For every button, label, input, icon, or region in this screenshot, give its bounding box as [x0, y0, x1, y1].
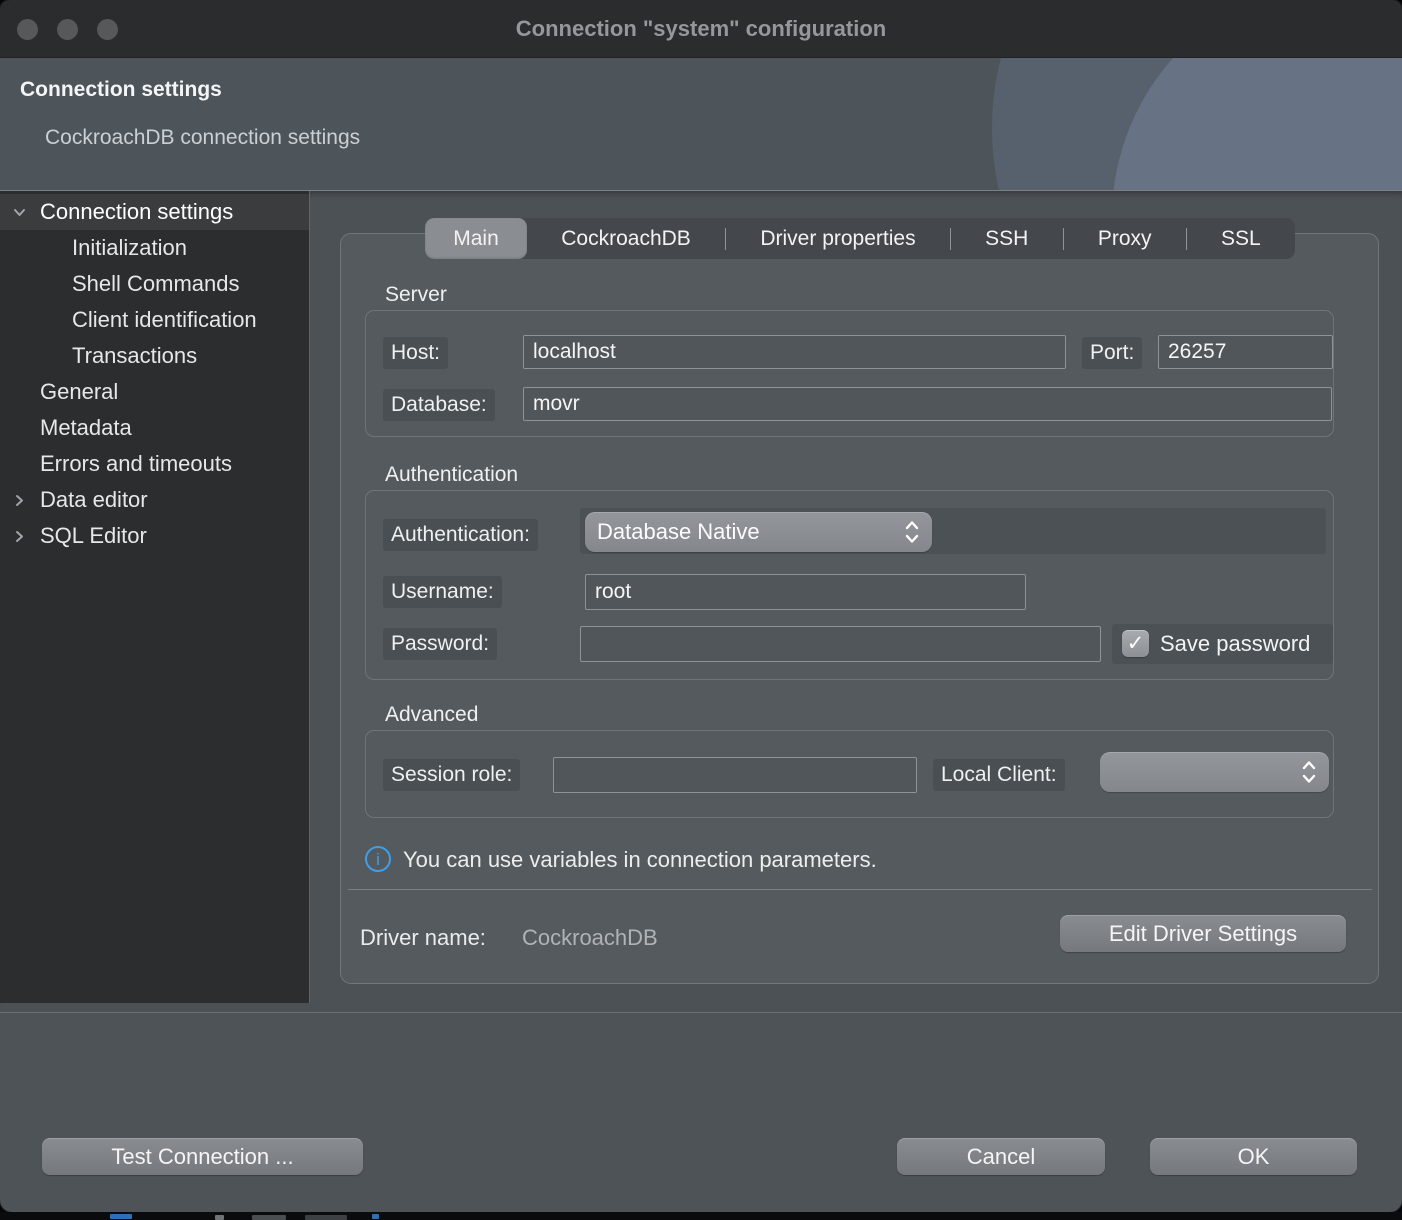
tab-ssl[interactable]: SSL	[1187, 218, 1295, 259]
tab-bar: Main CockroachDB Driver properties SSH P…	[425, 218, 1295, 259]
screen: Connection "system" configuration Connec…	[0, 0, 1402, 1220]
port-input[interactable]	[1158, 335, 1333, 369]
sidebar-item-label: Initialization	[72, 230, 187, 266]
sidebar-item-label: SQL Editor	[40, 518, 147, 554]
authentication-dropdown-value: Database Native	[597, 519, 904, 545]
sidebar-item-label: Shell Commands	[72, 266, 240, 302]
info-text: You can use variables in connection para…	[403, 847, 877, 873]
window-title: Connection "system" configuration	[0, 0, 1402, 58]
connection-config-dialog: Connection "system" configuration Connec…	[0, 0, 1402, 1212]
edit-driver-settings-button[interactable]: Edit Driver Settings	[1060, 915, 1346, 952]
authentication-section-label: Authentication	[385, 463, 518, 487]
desktop-artifact	[372, 1214, 379, 1219]
authentication-dropdown[interactable]: Database Native	[585, 512, 932, 552]
desktop-artifact	[215, 1215, 224, 1220]
stepper-icon	[1301, 759, 1317, 785]
sidebar-item-general[interactable]: General	[0, 374, 309, 410]
tab-ssh[interactable]: SSH	[951, 218, 1063, 259]
title-bar: Connection "system" configuration	[0, 0, 1402, 58]
sidebar-item-transactions[interactable]: Transactions	[0, 338, 309, 374]
desktop-background	[0, 1212, 1402, 1220]
save-password-label: Save password	[1160, 624, 1310, 663]
stepper-icon	[904, 519, 920, 545]
sidebar-item-label: Data editor	[40, 482, 148, 518]
tab-driver-properties[interactable]: Driver properties	[726, 218, 950, 259]
desktop-artifact	[305, 1215, 347, 1220]
host-label: Host:	[383, 337, 448, 369]
header-decoration-arc	[1112, 58, 1402, 191]
desktop-artifact	[252, 1215, 286, 1220]
database-input[interactable]	[523, 387, 1332, 421]
ok-button[interactable]: OK	[1150, 1138, 1357, 1175]
test-connection-button[interactable]: Test Connection ...	[42, 1138, 363, 1175]
authentication-label: Authentication:	[383, 519, 538, 551]
sidebar-item-sql-editor[interactable]: SQL Editor	[0, 518, 309, 554]
dialog-content: Connection settings Initialization Shell…	[0, 191, 1402, 1012]
sidebar-item-label: Connection settings	[40, 194, 233, 230]
username-label: Username:	[383, 576, 502, 608]
sidebar-item-label: Errors and timeouts	[40, 446, 232, 482]
advanced-section-label: Advanced	[385, 703, 478, 727]
sidebar-item-metadata[interactable]: Metadata	[0, 410, 309, 446]
sidebar-item-label: Client identification	[72, 302, 257, 338]
server-section-label: Server	[385, 283, 447, 307]
dialog-footer: Test Connection ... Cancel OK	[0, 1013, 1402, 1212]
local-client-dropdown[interactable]	[1100, 752, 1329, 792]
chevron-down-icon	[12, 205, 27, 220]
divider	[348, 889, 1372, 890]
chevron-right-icon	[12, 493, 27, 508]
info-icon: i	[365, 846, 391, 872]
sidebar-item-errors-and-timeouts[interactable]: Errors and timeouts	[0, 446, 309, 482]
session-role-label: Session role:	[383, 759, 520, 791]
password-input[interactable]	[580, 626, 1101, 662]
sidebar-item-connection-settings[interactable]: Connection settings	[0, 194, 309, 230]
session-role-input[interactable]	[553, 757, 917, 793]
sidebar-item-data-editor[interactable]: Data editor	[0, 482, 309, 518]
local-client-label: Local Client:	[933, 759, 1065, 791]
desktop-artifact	[110, 1214, 132, 1219]
host-input[interactable]	[523, 335, 1066, 369]
sidebar-item-label: General	[40, 374, 118, 410]
cancel-button[interactable]: Cancel	[897, 1138, 1105, 1175]
dialog-header: Connection settings CockroachDB connecti…	[0, 58, 1402, 191]
password-label: Password:	[383, 628, 497, 660]
sidebar-item-initialization[interactable]: Initialization	[0, 230, 309, 266]
sidebar-item-shell-commands[interactable]: Shell Commands	[0, 266, 309, 302]
driver-name-value: CockroachDB	[522, 925, 658, 951]
page-subtitle: CockroachDB connection settings	[45, 126, 360, 150]
sidebar-item-label: Metadata	[40, 410, 132, 446]
tab-main[interactable]: Main	[425, 218, 527, 259]
sidebar-item-client-identification[interactable]: Client identification	[0, 302, 309, 338]
driver-name-label: Driver name:	[360, 925, 486, 951]
port-label: Port:	[1082, 337, 1142, 369]
sidebar-item-label: Transactions	[72, 338, 197, 374]
page-title: Connection settings	[20, 78, 222, 102]
tab-proxy[interactable]: Proxy	[1064, 218, 1186, 259]
database-label: Database:	[383, 389, 495, 421]
chevron-right-icon	[12, 529, 27, 544]
username-input[interactable]	[585, 574, 1026, 610]
save-password-checkbox[interactable]: ✓	[1122, 630, 1149, 657]
tab-cockroachdb[interactable]: CockroachDB	[527, 218, 725, 259]
settings-tree: Connection settings Initialization Shell…	[0, 191, 310, 1003]
